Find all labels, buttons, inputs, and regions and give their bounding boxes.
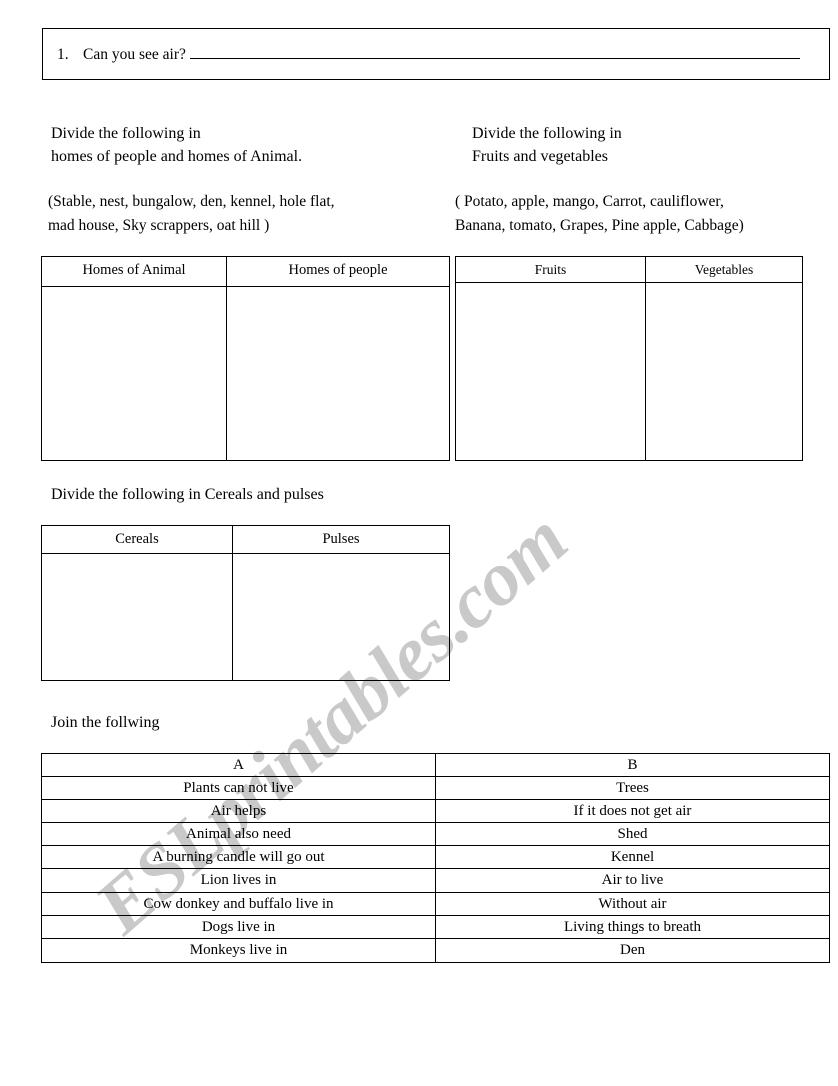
join-table-cell-b[interactable]: Shed (436, 823, 829, 845)
fruits-table-cell-vegetables[interactable] (646, 283, 802, 460)
cereals-instruction: Divide the following in Cereals and puls… (51, 486, 324, 503)
join-table-row: A burning candle will go out Kennel (42, 846, 829, 870)
cereals-table: Cereals Pulses (41, 525, 450, 681)
fruits-instruction: Divide the following in Fruits and veget… (472, 125, 622, 165)
join-table-row: Lion lives in Air to live (42, 869, 829, 893)
join-table-row: Animal also need Shed (42, 823, 829, 847)
question-one-number: 1. (57, 46, 69, 63)
join-table-cell-a[interactable]: Plants can not live (42, 777, 436, 800)
join-table-header-row: A B (42, 754, 829, 778)
join-table-cell-b[interactable]: Trees (436, 777, 829, 799)
question-one-row: 1. Can you see air? (57, 45, 829, 64)
join-table-cell-a[interactable]: Cow donkey and buffalo live in (42, 892, 436, 915)
join-table-cell-a[interactable]: Lion lives in (42, 869, 436, 892)
join-table-rows: Plants can not live Trees Air helps If it d… (42, 777, 829, 962)
question-one-answer-line[interactable] (189, 45, 800, 59)
join-table-row: Air helps If it does not get air (42, 800, 829, 824)
question-one-box: 1. Can you see air? (42, 28, 830, 80)
join-table-cell-b[interactable]: If it does not get air (436, 800, 829, 822)
fruits-table-header-fruits: Fruits (456, 257, 646, 282)
homes-table: Homes of Animal Homes of people (41, 256, 450, 461)
cereals-table-header-cereals: Cereals (42, 526, 233, 553)
cereals-table-cell-pulses[interactable] (233, 554, 449, 680)
fruits-table-body-row (456, 283, 802, 460)
cereals-table-header-row: Cereals Pulses (42, 526, 449, 554)
join-table-cell-a[interactable]: Air helps (42, 800, 436, 823)
join-table-header-b: B (627, 757, 638, 773)
question-one-text: Can you see air? (83, 46, 186, 63)
homes-table-body-row (42, 287, 449, 460)
fruits-table-header-vegetables: Vegetables (694, 262, 754, 277)
homes-table-header-row: Homes of Animal Homes of people (42, 257, 449, 287)
join-table-cell-a[interactable]: Dogs live in (42, 915, 436, 938)
cereals-table-body-row (42, 554, 449, 680)
join-table-cell-b[interactable]: Kennel (436, 846, 829, 868)
cereals-table-cell-cereals[interactable] (42, 554, 233, 680)
join-table-cell-b[interactable]: Den (436, 939, 829, 962)
join-instruction: Join the follwing (51, 714, 160, 731)
join-table-row: Plants can not live Trees (42, 777, 829, 801)
homes-table-cell-people[interactable] (227, 287, 449, 460)
join-table-cell-a[interactable]: Monkeys live in (42, 938, 436, 962)
join-table-row: Cow donkey and buffalo live in Without ai… (42, 892, 829, 916)
join-table-header-a: A (42, 754, 436, 777)
join-table-cell-a[interactable]: Animal also need (42, 823, 436, 846)
fruits-table-header-row: Fruits Vegetables (456, 257, 802, 283)
worksheet-page: ESLprintables.com 1. Can you see air? Di… (0, 0, 838, 1086)
fruits-table: Fruits Vegetables (455, 256, 803, 461)
fruits-table-cell-fruits[interactable] (456, 283, 646, 460)
join-table: A B Plants can not live Trees Air helps If … (41, 753, 830, 963)
cereals-table-header-pulses: Pulses (322, 531, 360, 547)
homes-word-bank: (Stable, nest, bungalow, den, kennel, ho… (48, 193, 335, 234)
join-table-row: Monkeys live in Den (42, 938, 829, 962)
join-table-row: Dogs live in Living things to breath (42, 915, 829, 939)
fruits-word-bank: ( Potato, apple, mango, Carrot, cauliflo… (455, 193, 744, 234)
homes-table-header-animal: Homes of Animal (42, 257, 227, 286)
join-table-cell-a[interactable]: A burning candle will go out (42, 846, 436, 869)
homes-table-header-people: Homes of people (288, 262, 388, 278)
join-table-cell-b[interactable]: Without air (436, 893, 829, 915)
join-table-cell-b[interactable]: Air to live (436, 869, 829, 891)
join-table-cell-b[interactable]: Living things to breath (436, 916, 829, 938)
homes-instruction: Divide the following in homes of people … (51, 125, 303, 165)
homes-table-cell-animal[interactable] (42, 287, 227, 460)
